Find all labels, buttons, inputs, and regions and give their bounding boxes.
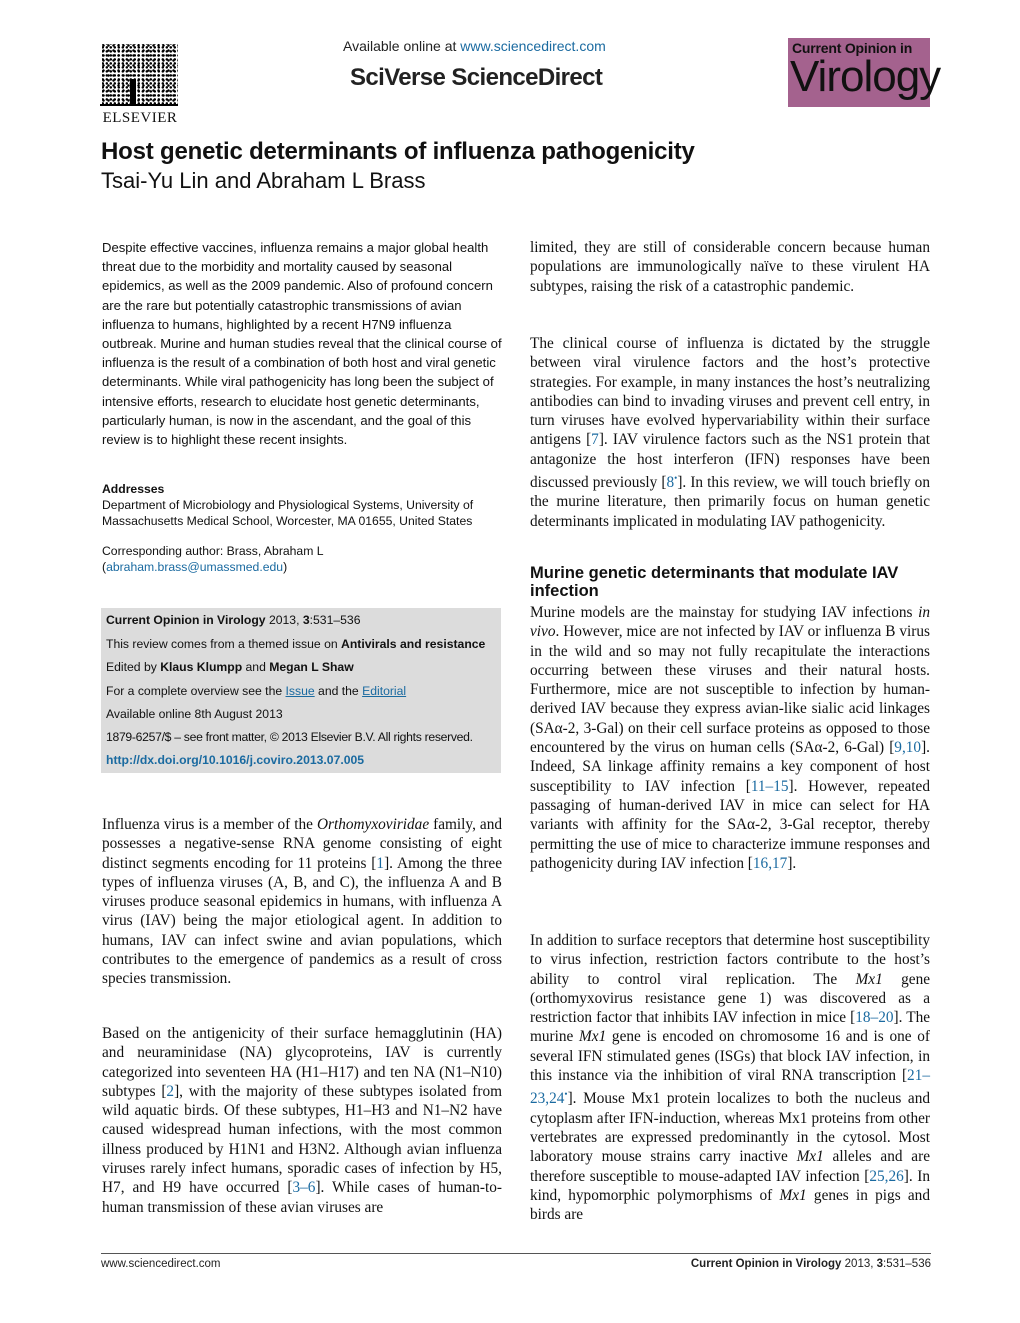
addresses: Addresses Department of Microbiology and… xyxy=(102,481,502,529)
body-paragraph: In addition to surface receptors that de… xyxy=(530,931,930,1225)
theme-name: Antivirals and resistance xyxy=(341,637,486,651)
journal-logo-line2: Virology xyxy=(790,52,941,101)
doi-row: http://dx.doi.org/10.1016/j.coviro.2013.… xyxy=(106,753,364,767)
editor-name: Klaus Klumpp xyxy=(160,660,243,674)
footer-divider xyxy=(101,1253,931,1254)
and-text: and the xyxy=(314,684,363,698)
citation-link[interactable]: 9,10 xyxy=(894,739,921,756)
body-paragraph: Murine models are the mainstay for study… xyxy=(530,603,930,873)
and-text: and xyxy=(242,660,270,674)
address-line: Department of Microbiology and Physiolog… xyxy=(102,498,474,512)
editors-row: Edited by Klaus Klumpp and Megan L Shaw xyxy=(106,660,354,674)
overview-row: For a complete overview see the Issue an… xyxy=(106,684,406,698)
italic-term: Orthomyxoviridae xyxy=(316,816,430,833)
publisher-wordmark: ELSEVIER xyxy=(102,110,178,126)
citation-link[interactable]: 25,26 xyxy=(869,1168,903,1185)
citation-link[interactable]: 8 xyxy=(667,474,675,491)
text: Influenza virus is a member of the xyxy=(102,816,317,833)
citation-row: Current Opinion in Virology 2013, 3:531–… xyxy=(106,613,360,627)
author-email-link[interactable]: abraham.brass@umassmed.edu xyxy=(106,560,283,574)
paren-close: ) xyxy=(283,560,288,574)
article-info-box: Current Opinion in Virology 2013, 3:531–… xyxy=(101,608,501,773)
footer-citation: Current Opinion in Virology 2013, 3:531–… xyxy=(691,1258,931,1270)
available-date: Available online 8th August 2013 xyxy=(106,707,283,721)
journal-name: Current Opinion in Virology xyxy=(690,1258,842,1270)
doi-link[interactable]: http://dx.doi.org/10.1016/j.coviro.2013.… xyxy=(106,753,364,767)
citation-link[interactable]: 1 xyxy=(376,855,384,872)
citation-link[interactable]: 16,17 xyxy=(753,855,787,872)
journal-name: Current Opinion in Virology xyxy=(106,613,266,627)
elsevier-logo: ELSEVIER xyxy=(100,44,180,126)
theme-prefix: This review comes from a themed issue on xyxy=(106,637,342,651)
citation-link[interactable]: 2 xyxy=(166,1083,174,1100)
available-online: Available online at www.sciencedirect.co… xyxy=(343,38,606,54)
footer-website: www.sciencedirect.com xyxy=(101,1258,221,1270)
citation-link[interactable]: 7 xyxy=(591,431,599,448)
pages: :531–536 xyxy=(309,613,361,627)
corresponding-label: Corresponding author: Brass, Abraham L xyxy=(102,544,324,558)
year: 2013, xyxy=(841,1258,877,1270)
available-prefix: Available online at xyxy=(343,38,461,54)
article-title: Host genetic determinants of influenza p… xyxy=(101,138,695,165)
addresses-heading: Addresses xyxy=(102,482,165,496)
elsevier-tree-icon xyxy=(102,44,178,106)
abstract: Despite effective vaccines, influenza re… xyxy=(102,240,502,448)
body-paragraph: The clinical course of influenza is dict… xyxy=(530,334,930,531)
text: . However, mice are not infected by IAV … xyxy=(530,623,930,757)
section-heading: Murine genetic determinants that modulat… xyxy=(530,564,899,600)
sciencedirect-link[interactable]: www.sciencedirect.com xyxy=(460,38,606,54)
journal-logo: Current Opinion in Virology xyxy=(788,38,941,107)
text: Murine models are the mainstay for study… xyxy=(530,604,919,621)
body-paragraph: limited, they are still of considerable … xyxy=(530,239,930,295)
year: 2013, xyxy=(265,613,303,627)
platform-name: SciVerse ScienceDirect xyxy=(350,64,603,91)
article-authors: Tsai-Yu Lin and Abraham L Brass xyxy=(101,168,426,193)
italic-gene: Mx1 xyxy=(579,1028,607,1046)
tree-trunk xyxy=(130,79,136,105)
italic-gene: Mx1 xyxy=(779,1186,807,1204)
body-paragraph: Influenza virus is a member of the Ortho… xyxy=(102,815,502,989)
volume: 3 xyxy=(302,613,310,627)
italic-gene: Mx1 xyxy=(796,1148,824,1166)
citation-link[interactable]: 11–15 xyxy=(751,778,789,795)
text: ]. xyxy=(787,854,797,872)
text: ]. Among the three types of influenza vi… xyxy=(102,854,502,988)
copyright: 1879-6257/$ – see front matter, © 2013 E… xyxy=(106,730,473,744)
citation-link[interactable]: 3–6 xyxy=(293,1179,316,1196)
overview-prefix: For a complete overview see the xyxy=(106,684,286,698)
corresponding-author: Corresponding author: Brass, Abraham L (… xyxy=(102,543,502,575)
citation-link[interactable]: 18–20 xyxy=(855,1009,893,1026)
body-paragraph: Based on the antigenicity of their surfa… xyxy=(102,1024,502,1217)
editor-name: Megan L Shaw xyxy=(269,660,354,674)
pages: :531–536 xyxy=(883,1258,931,1270)
edited-prefix: Edited by xyxy=(106,660,161,674)
issue-link[interactable]: Issue xyxy=(286,684,315,698)
theme-row: This review comes from a themed issue on… xyxy=(106,637,485,651)
address-line: Massachusetts Medical School, Worcester,… xyxy=(102,514,473,528)
editorial-link[interactable]: Editorial xyxy=(362,684,406,698)
logo-ground-line xyxy=(100,104,178,106)
italic-gene: Mx1 xyxy=(855,970,883,988)
